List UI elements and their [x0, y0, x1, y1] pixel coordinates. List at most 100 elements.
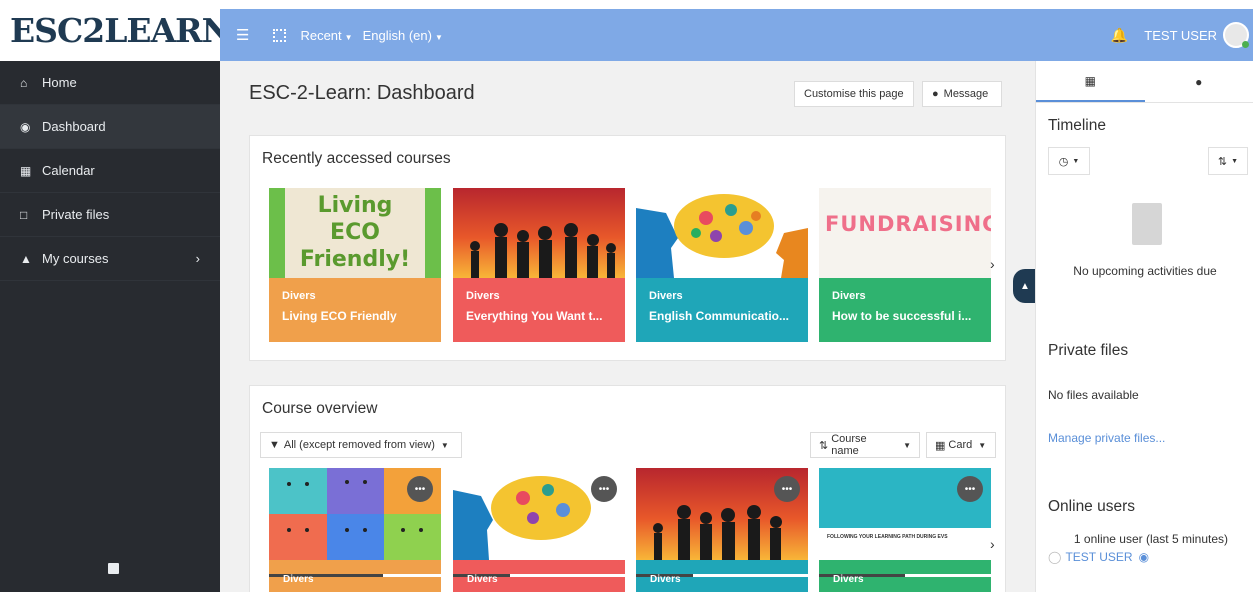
- course-overview-card[interactable]: ••• Divers: [269, 468, 441, 592]
- online-count-text: 1 online user (last 5 minutes): [1073, 532, 1228, 546]
- more-options-icon[interactable]: •••: [591, 476, 617, 502]
- page-title: ESC-2-Learn: Dashboard: [249, 82, 475, 104]
- sidebar-item-home[interactable]: ⌂ Home: [0, 61, 220, 105]
- tab-messages[interactable]: ●: [1145, 61, 1253, 102]
- recent-course-card[interactable]: Divers English Communicatio...: [636, 188, 808, 342]
- course-overview-card[interactable]: ••• Divers: [453, 468, 625, 592]
- drawer-toggle-pin-icon[interactable]: ▲: [1013, 269, 1037, 303]
- course-band: Divers: [453, 560, 625, 592]
- course-footer: Divers Living ECO Friendly: [269, 278, 441, 342]
- chevron-right-icon[interactable]: ›: [990, 536, 995, 552]
- dashboard-icon: ◉: [20, 119, 31, 134]
- chevron-right-icon[interactable]: ›: [990, 256, 995, 272]
- course-name[interactable]: How to be successful i...: [832, 309, 978, 323]
- grid-icon: ▦: [1084, 73, 1096, 88]
- timeline-title: Timeline: [1048, 117, 1106, 134]
- no-activities-text: No upcoming activities due: [1073, 264, 1217, 278]
- right-block-drawer: ▦ ● Timeline ◷ ▼ ⇅ ▼ No upcoming activitie…: [1035, 61, 1253, 592]
- recent-label: Recent: [300, 27, 342, 43]
- course-category: Divers: [467, 574, 498, 585]
- sort-label: Course name: [831, 433, 867, 457]
- timeline-sort-dropdown[interactable]: ⇅ ▼: [1208, 147, 1248, 175]
- course-overview-card[interactable]: FOLLOWING YOUR LEARNING PATH DURING EVS …: [819, 468, 991, 592]
- recent-menu[interactable]: Recent ▼: [300, 28, 352, 43]
- caret-down-icon: ▼: [440, 440, 449, 450]
- recent-courses-block: Recently accessed courses Living ECO Fri…: [249, 135, 1006, 361]
- calendar-icon: ▦: [20, 163, 32, 178]
- course-overview-title: Course overview: [262, 400, 378, 417]
- sidebar-item-label: My courses: [42, 251, 109, 266]
- more-options-icon[interactable]: •••: [407, 476, 433, 502]
- grid-icon: ▦: [935, 439, 946, 452]
- language-menu[interactable]: English (en) ▼: [363, 28, 443, 43]
- course-image-text: Living ECO Friendly!: [299, 193, 411, 272]
- caret-down-icon: ▼: [344, 32, 353, 42]
- site-logo[interactable]: ESC2LEARN: [0, 0, 232, 61]
- navbar-user-area: 🔔 TEST USER: [1111, 22, 1253, 48]
- bell-icon[interactable]: 🔔: [1111, 27, 1128, 44]
- course-image-text: FUNDRAISING: [825, 212, 991, 236]
- course-name[interactable]: Living ECO Friendly: [282, 309, 428, 323]
- recent-course-card[interactable]: Divers Everything You Want t...: [453, 188, 625, 342]
- sort-icon: ⇅: [819, 439, 829, 452]
- sidebar-item-private-files[interactable]: □ Private files: [0, 193, 220, 237]
- drawer-tabs: ▦ ●: [1036, 61, 1253, 103]
- sidebar-item-my-courses[interactable]: ▲ My courses ›: [0, 237, 220, 281]
- more-options-icon[interactable]: •••: [774, 476, 800, 502]
- collapse-icon[interactable]: [108, 563, 119, 574]
- logo-text: ESC2LEARN: [10, 11, 232, 50]
- course-footer: Divers How to be successful i...: [819, 278, 991, 342]
- course-category: Divers: [832, 290, 866, 302]
- manage-private-files-link[interactable]: Manage private files...: [1048, 431, 1165, 445]
- fullscreen-icon[interactable]: [273, 28, 287, 42]
- course-footer: Divers Everything You Want t...: [453, 278, 625, 342]
- eye-icon[interactable]: ◉: [1139, 550, 1149, 564]
- view-label: Card: [948, 439, 973, 451]
- course-name[interactable]: Everything You Want t...: [466, 309, 612, 323]
- timeline-filter-dropdown[interactable]: ◷ ▼: [1048, 147, 1090, 175]
- course-image-text: FOLLOWING YOUR LEARNING PATH DURING EVS: [819, 528, 991, 560]
- course-footer: Divers English Communicatio...: [636, 278, 808, 342]
- customise-page-button[interactable]: Customise this page: [794, 81, 914, 107]
- empty-list-icon: [1132, 203, 1162, 245]
- course-overview-block: Course overview ▼ All (except removed fr…: [249, 385, 1006, 592]
- online-users-title: Online users: [1048, 498, 1136, 515]
- caret-down-icon: ▼: [903, 440, 911, 450]
- avatar[interactable]: [1223, 22, 1249, 48]
- course-overview-card[interactable]: ••• Divers: [636, 468, 808, 592]
- more-options-icon[interactable]: •••: [957, 476, 983, 502]
- sidebar-item-calendar[interactable]: ▦ Calendar: [0, 149, 220, 193]
- recent-course-card[interactable]: FUNDRAISING Divers How to be successful …: [819, 188, 991, 342]
- sidebar-item-dashboard[interactable]: ◉ Dashboard: [0, 105, 220, 149]
- course-image: FOLLOWING YOUR LEARNING PATH DURING EVS …: [819, 468, 991, 560]
- tab-blocks[interactable]: ▦: [1036, 61, 1145, 102]
- filter-icon: ▼: [269, 439, 280, 451]
- course-image: Living ECO Friendly!: [269, 188, 441, 278]
- grouping-filter-dropdown[interactable]: ▼ All (except removed from view) ▼: [260, 432, 462, 458]
- course-image: •••: [636, 468, 808, 560]
- course-image: •••: [269, 468, 441, 560]
- language-label: English (en): [362, 27, 432, 43]
- course-category: Divers: [466, 290, 500, 302]
- hamburger-menu-icon[interactable]: ☰: [236, 26, 249, 44]
- online-user-link[interactable]: TEST USER: [1065, 550, 1132, 564]
- message-button[interactable]: ● Message: [922, 81, 1002, 107]
- sort-dropdown[interactable]: ⇅ Course name ▼: [810, 432, 920, 458]
- course-category: Divers: [283, 574, 314, 585]
- recent-course-card[interactable]: Living ECO Friendly! Divers Living ECO F…: [269, 188, 441, 342]
- sidebar-item-label: Calendar: [42, 163, 95, 178]
- course-category: Divers: [649, 290, 683, 302]
- sidebar-item-label: Dashboard: [42, 119, 106, 134]
- view-dropdown[interactable]: ▦ Card ▼: [926, 432, 996, 458]
- online-user-row: ◯ TEST USER ◉: [1048, 550, 1149, 564]
- course-image: [636, 188, 808, 278]
- clock-icon: ◷: [1058, 155, 1069, 168]
- no-files-text: No files available: [1048, 388, 1139, 402]
- caret-down-icon: ▼: [1231, 157, 1239, 165]
- course-band: Divers: [819, 560, 991, 592]
- user-menu-name[interactable]: TEST USER: [1144, 28, 1217, 43]
- chat-icon: ●: [932, 88, 939, 100]
- course-image: [453, 188, 625, 278]
- course-name[interactable]: English Communicatio...: [649, 309, 795, 323]
- sidebar-item-label: Home: [42, 75, 77, 90]
